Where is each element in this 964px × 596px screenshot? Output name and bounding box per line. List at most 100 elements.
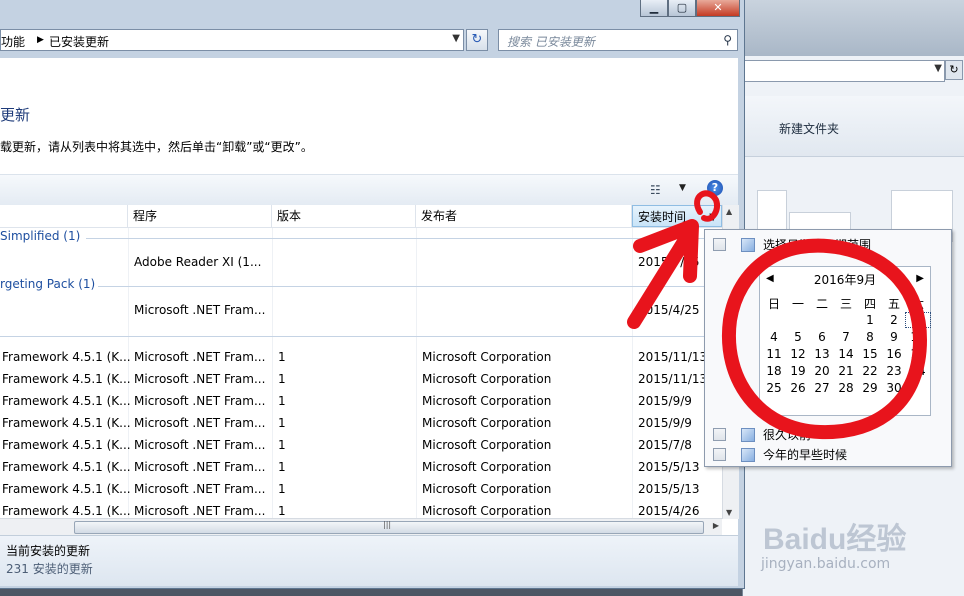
calendar-day[interactable]: 9	[882, 330, 906, 344]
table-cell-installed: 2015/4/25	[638, 303, 700, 317]
scroll-right-icon[interactable]: ▶	[713, 521, 719, 530]
chevron-right-icon[interactable]: ▶	[37, 35, 44, 45]
column-header-installed-label: 安装时间	[638, 210, 687, 224]
chevron-down-icon[interactable]: ▼	[709, 207, 717, 229]
background-refresh-icon[interactable]: ↻	[945, 60, 963, 80]
calendar-day[interactable]: 7	[834, 330, 858, 344]
table-cell-name[interactable]: Framework 4.5.1 (K...	[2, 394, 131, 408]
date-filter-popup: 选择日期或日期范围 ◀ 2016年9月 ▶ 日一二三四五六 1 2 3 4 5 6 7 8 9 10…	[704, 229, 952, 467]
checkbox[interactable]	[713, 238, 726, 251]
calendar-day[interactable]: 3	[905, 312, 931, 328]
title-bar[interactable]: ▁ ▢ ✕	[0, 0, 744, 28]
table-cell-version: 1	[278, 394, 286, 408]
group-header[interactable]: Simplified (1)	[0, 229, 80, 243]
calendar-day[interactable]: 15	[858, 347, 882, 361]
table-cell-publisher: Microsoft Corporation	[422, 482, 552, 496]
table-cell-installed: 2015/4/26	[638, 504, 700, 518]
search-input[interactable]: 搜索 已安装更新 ⚲	[498, 29, 738, 51]
checkbox[interactable]	[713, 448, 726, 461]
calendar-day[interactable]: 17	[906, 347, 930, 361]
calendar-day[interactable]: 1	[858, 313, 882, 327]
calendar-day[interactable]: 10	[906, 330, 930, 344]
new-folder-button[interactable]: 新建文件夹	[779, 120, 839, 137]
calendar-day[interactable]: 24	[906, 364, 930, 378]
calendar-day[interactable]: 5	[786, 330, 810, 344]
watermark-url: jingyan.baidu.com	[761, 556, 891, 572]
checkbox[interactable]	[713, 428, 726, 441]
group-header[interactable]: rgeting Pack (1)	[0, 277, 95, 291]
calendar-day[interactable]: 12	[786, 347, 810, 361]
column-header-version[interactable]: 版本	[272, 205, 416, 227]
updates-list: Simplified (1) Adobe Reader XI (1... 2015/…	[0, 228, 722, 518]
calendar-day[interactable]: 19	[786, 364, 810, 378]
calendar-day[interactable]: 2	[882, 313, 906, 327]
filter-option-date-range[interactable]: 选择日期或日期范围	[763, 236, 871, 253]
table-cell-name[interactable]: Framework 4.5.1 (K...	[2, 438, 131, 452]
group-divider	[86, 238, 722, 239]
refresh-icon[interactable]: ↻	[466, 29, 488, 51]
chevron-down-icon[interactable]: ▼	[679, 183, 686, 193]
scroll-thumb[interactable]: |||	[74, 520, 704, 534]
calendar-day[interactable]: 6	[810, 330, 834, 344]
table-cell-version: 1	[278, 438, 286, 452]
filter-option-long-ago[interactable]: 很久以前	[763, 426, 811, 443]
calendar-day[interactable]: 13	[810, 347, 834, 361]
table-cell-name[interactable]: Framework 4.5.1 (K...	[2, 482, 131, 496]
calendar-day[interactable]: 11	[762, 347, 786, 361]
chevron-down-icon[interactable]: ▼	[934, 63, 942, 74]
table-cell-name[interactable]: Framework 4.5.1 (K...	[2, 416, 131, 430]
column-header-name[interactable]	[0, 205, 128, 227]
help-icon[interactable]: ?	[707, 180, 723, 196]
column-header-program[interactable]: 程序	[128, 205, 272, 227]
maximize-icon[interactable]: ▢	[668, 0, 696, 17]
view-options-icon[interactable]: ☷	[650, 183, 661, 197]
background-window-header	[743, 0, 964, 56]
calendar-day[interactable]: 28	[834, 381, 858, 395]
filter-option-earlier-this-year[interactable]: 今年的早些时候	[763, 446, 847, 463]
table-cell-name[interactable]: Framework 4.5.1 (K...	[2, 372, 131, 386]
calendar-icon	[741, 238, 755, 252]
calendar-day[interactable]: 30	[882, 381, 906, 395]
calendar-day[interactable]: 23	[882, 364, 906, 378]
calendar-day[interactable]: 27	[810, 381, 834, 395]
horizontal-scrollbar[interactable]: ||| ▶	[0, 518, 722, 535]
main-content: 更新 载更新，请从列表中将其选中，然后单击“卸载”或“更改”。 ☷ ▼ ? 程序…	[0, 58, 739, 586]
table-cell-version: 1	[278, 350, 286, 364]
background-address-bar[interactable]: ▼	[743, 60, 945, 82]
file-thumbnail[interactable]	[757, 190, 787, 232]
calendar-day[interactable]: 20	[810, 364, 834, 378]
breadcrumb-item[interactable]: 功能	[1, 33, 25, 50]
chevron-down-icon[interactable]: ▼	[452, 33, 460, 44]
calendar-day[interactable]: 8	[858, 330, 882, 344]
scroll-up-icon[interactable]: ▲	[726, 207, 732, 216]
column-header-publisher[interactable]: 发布者	[416, 205, 632, 227]
calendar-day[interactable]: 21	[834, 364, 858, 378]
search-icon[interactable]: ⚲	[723, 33, 732, 47]
table-cell-program: Microsoft .NET Fram...	[134, 438, 266, 452]
calendar-day[interactable]: 25	[762, 381, 786, 395]
next-month-icon[interactable]: ▶	[916, 273, 924, 284]
close-icon[interactable]: ✕	[696, 0, 740, 17]
calendar-day[interactable]: 26	[786, 381, 810, 395]
calendar-day[interactable]: 14	[834, 347, 858, 361]
address-bar[interactable]: 功能 ▶ 已安装更新 ▼	[0, 29, 464, 51]
calendar-day[interactable]: 18	[762, 364, 786, 378]
calendar-month-title[interactable]: 2016年9月	[760, 271, 930, 288]
minimize-icon[interactable]: ▁	[640, 0, 668, 17]
table-cell-installed: 2015/7/15	[638, 255, 700, 269]
table-cell-name[interactable]: Framework 4.5.1 (K...	[2, 460, 131, 474]
calendar-day[interactable]: 4	[762, 330, 786, 344]
scroll-down-icon[interactable]: ▼	[726, 508, 732, 517]
column-header-installed-on[interactable]: 安装时间 ▼	[632, 205, 722, 227]
breadcrumb-item[interactable]: 已安装更新	[49, 33, 109, 50]
calendar[interactable]: ◀ 2016年9月 ▶ 日一二三四五六 1 2 3 4 5 6 7 8 9 10 11 12 13 14 15…	[759, 266, 931, 416]
column-header-row: 程序 版本 发布者 安装时间 ▼	[0, 205, 722, 228]
calendar-day[interactable]: 22	[858, 364, 882, 378]
table-cell-name[interactable]: Framework 4.5.1 (K...	[2, 350, 131, 364]
table-cell-version: 1	[278, 460, 286, 474]
calendar-day[interactable]: 29	[858, 381, 882, 395]
table-cell-installed: 2015/5/13	[638, 482, 700, 496]
calendar-day[interactable]: 16	[882, 347, 906, 361]
calendar-icon	[741, 448, 755, 462]
table-cell-name[interactable]: Framework 4.5.1 (K...	[2, 504, 131, 518]
